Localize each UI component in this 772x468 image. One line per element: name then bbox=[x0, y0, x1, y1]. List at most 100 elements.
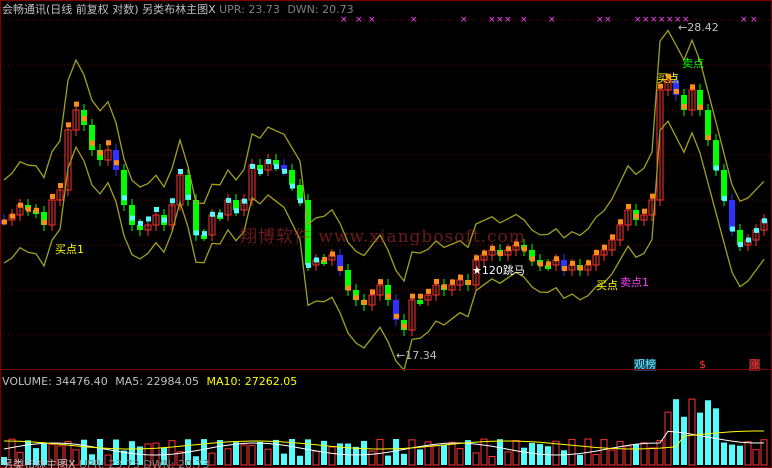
volume-bar bbox=[257, 441, 263, 465]
panel-separator bbox=[0, 369, 772, 370]
middle-band-dot bbox=[194, 230, 199, 236]
middle-band-dot bbox=[250, 163, 255, 169]
volume-bar bbox=[385, 455, 391, 465]
middle-band-dot bbox=[674, 88, 679, 94]
middle-band-dot bbox=[298, 198, 303, 204]
signal-x-mark: × bbox=[355, 15, 363, 25]
dwn-value: 20.73 bbox=[322, 3, 354, 16]
volume-bar bbox=[441, 444, 447, 465]
volume-bar bbox=[376, 438, 384, 466]
middle-band-dot bbox=[522, 246, 527, 252]
stock-chart-window: × × × × × × × × × × × × × × × × × × × × × 会畅通讯(日线 前复权 对数) 另类… bbox=[0, 0, 772, 468]
volume-bar bbox=[368, 450, 376, 466]
middle-band-dot bbox=[506, 246, 511, 252]
signal-x-mark: × bbox=[410, 15, 418, 25]
volume-bar bbox=[408, 439, 416, 466]
signal-x-mark: × bbox=[750, 15, 758, 25]
volume-bar bbox=[393, 439, 399, 465]
middle-band-dot bbox=[330, 251, 335, 257]
middle-band-dot bbox=[34, 207, 39, 213]
middle-band-dot bbox=[378, 279, 383, 285]
middle-band-dot bbox=[706, 135, 711, 141]
signal-x-mark: × bbox=[666, 15, 674, 25]
volume-bar bbox=[456, 448, 464, 466]
volume-bar bbox=[721, 442, 727, 465]
middle-band-dot bbox=[58, 183, 63, 189]
bottom-dwn-value: 20.73 bbox=[178, 458, 210, 468]
volume-bar bbox=[233, 442, 239, 465]
middle-band-dot bbox=[530, 256, 535, 262]
volume-bar bbox=[512, 440, 520, 466]
signal-x-mark: × bbox=[340, 15, 348, 25]
middle-band-dot bbox=[258, 169, 263, 175]
volume-bar bbox=[545, 446, 551, 465]
middle-band-dot bbox=[82, 116, 87, 122]
signal-x-mark: × bbox=[504, 15, 512, 25]
volume-bar bbox=[681, 416, 687, 465]
volume-bar bbox=[616, 440, 624, 466]
ma10-value: 27262.05 bbox=[244, 375, 298, 388]
volume-bar bbox=[224, 448, 232, 466]
volume-bar bbox=[264, 448, 272, 466]
main-chart-header: 会畅通讯(日线 前复权 对数) 另类布林主图X UPR: 23.73 DWN: … bbox=[2, 3, 354, 16]
middle-band-dot bbox=[410, 293, 415, 299]
volume-bar bbox=[640, 442, 648, 466]
middle-band-dot bbox=[690, 84, 695, 90]
high-price-value: 28.42 bbox=[687, 21, 719, 34]
low-price-value: 17.34 bbox=[405, 349, 437, 362]
volume-bar bbox=[697, 412, 703, 465]
middle-band-dot bbox=[66, 122, 71, 128]
middle-band-dot bbox=[314, 257, 319, 263]
middle-band-dot bbox=[698, 104, 703, 110]
middle-band-dot bbox=[586, 260, 591, 266]
middle-band-dot bbox=[594, 250, 599, 256]
stock-title: 会畅通讯(日线 前复权 对数) bbox=[2, 3, 139, 16]
candle-body bbox=[713, 140, 719, 170]
middle-band-dot bbox=[282, 168, 287, 174]
middle-band-dot bbox=[178, 169, 183, 175]
middle-band-dot bbox=[130, 215, 135, 221]
middle-band-dot bbox=[626, 203, 631, 209]
watermark: 翔博软件 www.xiangbosoft.com bbox=[240, 227, 526, 247]
high-arrow: ← bbox=[678, 21, 688, 34]
middle-band-dot bbox=[162, 217, 167, 223]
middle-band-dot bbox=[74, 101, 79, 107]
low-arrow: ← bbox=[396, 349, 406, 362]
middle-band-dot bbox=[578, 265, 583, 271]
volume-bar bbox=[577, 454, 583, 465]
volume-bar bbox=[521, 447, 527, 465]
middle-band-dot bbox=[234, 208, 239, 214]
volume-bar bbox=[705, 400, 711, 465]
volume-bar bbox=[305, 439, 311, 465]
candle-body bbox=[729, 200, 735, 230]
middle-band-dot bbox=[546, 261, 551, 267]
ma10-label: MA10: bbox=[206, 375, 242, 388]
middle-band-dot bbox=[618, 219, 623, 225]
volume-bar bbox=[281, 453, 287, 465]
middle-band-dot bbox=[266, 159, 271, 165]
middle-band-dot bbox=[402, 323, 407, 329]
middle-band-dot bbox=[450, 279, 455, 285]
signal-x-mark: × bbox=[520, 15, 528, 25]
buy-point-label: 买点 bbox=[596, 279, 618, 292]
volume-bar bbox=[448, 441, 456, 466]
middle-band-dot bbox=[2, 219, 7, 225]
volume-bar bbox=[248, 444, 256, 466]
middle-band-dot bbox=[458, 274, 463, 280]
ma5-value: 22984.05 bbox=[146, 375, 200, 388]
volume-bar bbox=[729, 444, 735, 465]
middle-band-dot bbox=[202, 231, 207, 237]
volume-bar bbox=[568, 439, 576, 466]
volume-bar bbox=[561, 450, 567, 465]
signal-x-mark: × bbox=[604, 15, 612, 25]
middle-band-dot bbox=[186, 194, 191, 200]
middle-band-dot bbox=[570, 260, 575, 266]
middle-band-dot bbox=[394, 313, 399, 319]
bottom-upr-label: UPR: bbox=[79, 458, 105, 468]
volume-bar bbox=[664, 411, 672, 466]
middle-band-dot bbox=[482, 250, 487, 256]
middle-band-dot bbox=[466, 280, 471, 286]
middle-band-dot bbox=[306, 262, 311, 268]
volume-bar bbox=[401, 453, 407, 465]
volume-header: VOLUME: 34476.40 MA5: 22984.05 MA10: 272… bbox=[2, 375, 297, 388]
